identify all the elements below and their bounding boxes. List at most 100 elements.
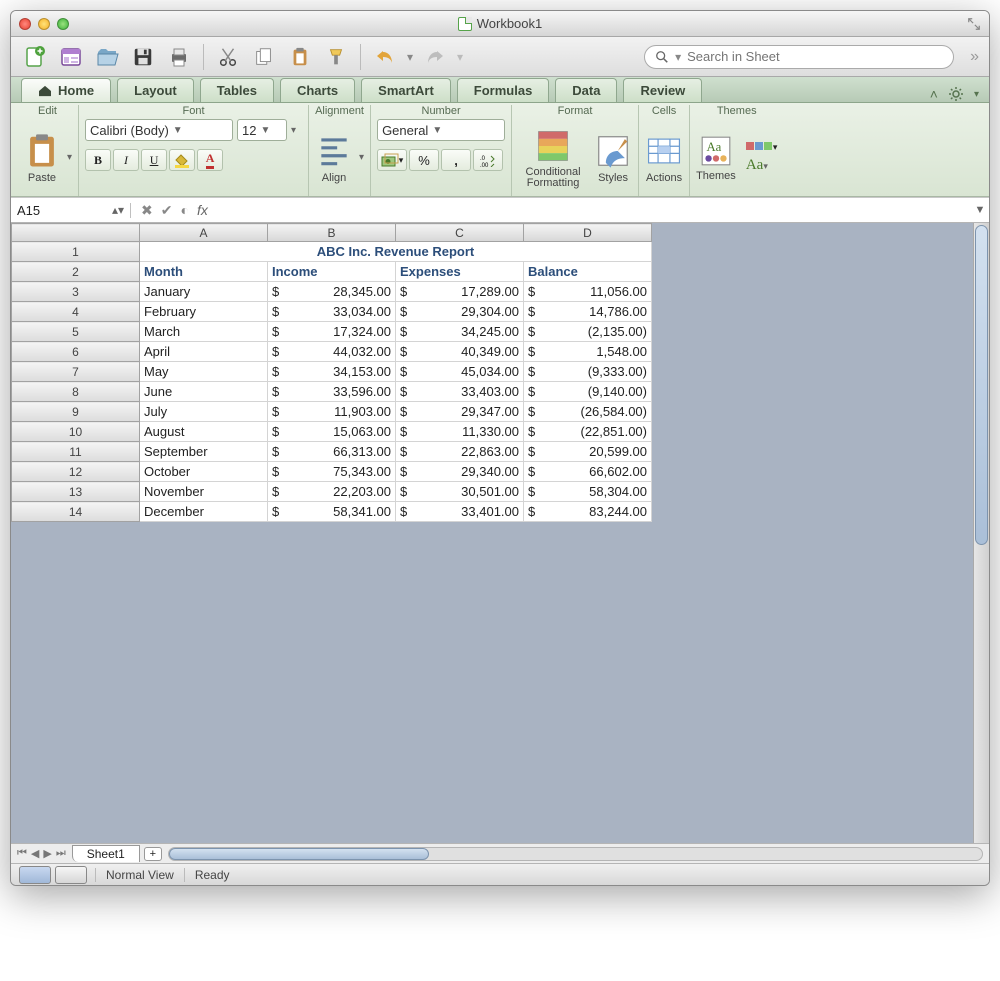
data-cell[interactable]: February [140,302,268,322]
data-cell[interactable]: $33,403.00 [396,382,524,402]
row-header[interactable]: 6 [12,342,140,362]
chevron-down-icon[interactable]: ▾ [67,152,72,163]
italic-button[interactable]: I [113,149,139,171]
data-cell[interactable]: $20,599.00 [524,442,652,462]
data-cell[interactable]: $17,289.00 [396,282,524,302]
data-cell[interactable]: $30,501.00 [396,482,524,502]
fill-color-button[interactable] [169,149,195,171]
data-cell[interactable]: $33,401.00 [396,502,524,522]
header-cell[interactable]: Expenses [396,262,524,282]
data-cell[interactable]: January [140,282,268,302]
paste-button[interactable]: Paste [23,132,61,184]
worksheet-grid[interactable]: ABCD1ABC Inc. Revenue Report2MonthIncome… [11,223,973,843]
add-sheet-button[interactable]: + [144,847,162,861]
paste-icon[interactable] [286,43,314,71]
header-cell[interactable]: Balance [524,262,652,282]
accept-formula-icon[interactable]: ✔ [161,202,173,219]
row-header[interactable]: 8 [12,382,140,402]
comma-button[interactable]: , [441,149,471,171]
fx-icon[interactable]: fx [197,202,208,219]
chevron-down-icon[interactable]: ▾ [359,152,364,163]
data-cell[interactable]: $11,903.00 [268,402,396,422]
ribbon-tab-data[interactable]: Data [555,78,617,102]
data-cell[interactable]: $44,032.00 [268,342,396,362]
themes-button[interactable]: Aa Themes [696,134,736,182]
column-header[interactable]: B [268,224,396,242]
data-cell[interactable]: $1,548.00 [524,342,652,362]
row-header[interactable]: 14 [12,502,140,522]
header-cell[interactable]: Month [140,262,268,282]
data-cell[interactable]: $(9,140.00) [524,382,652,402]
row-header[interactable]: 11 [12,442,140,462]
data-cell[interactable]: $(2,135.00) [524,322,652,342]
row-header[interactable]: 7 [12,362,140,382]
data-cell[interactable]: $29,304.00 [396,302,524,322]
data-cell[interactable]: $11,056.00 [524,282,652,302]
data-cell[interactable]: $(26,584.00) [524,402,652,422]
report-title-cell[interactable]: ABC Inc. Revenue Report [140,242,652,262]
data-cell[interactable]: $14,786.00 [524,302,652,322]
zoom-window-button[interactable] [57,18,69,30]
page-layout-view-button[interactable] [55,866,87,884]
save-icon[interactable] [129,43,157,71]
header-cell[interactable]: Income [268,262,396,282]
ribbon-tab-charts[interactable]: Charts [280,78,355,102]
data-cell[interactable]: $58,341.00 [268,502,396,522]
row-header[interactable]: 1 [12,242,140,262]
gear-icon[interactable] [948,86,964,102]
data-cell[interactable]: October [140,462,268,482]
data-cell[interactable]: $22,203.00 [268,482,396,502]
data-cell[interactable]: April [140,342,268,362]
bold-button[interactable]: B [85,149,111,171]
search-box[interactable]: ▾ [644,45,954,69]
column-header[interactable]: A [140,224,268,242]
name-box-spinner[interactable]: ▴▾ [112,203,124,217]
data-cell[interactable]: $(22,851.00) [524,422,652,442]
data-cell[interactable]: $29,347.00 [396,402,524,422]
font-color-button[interactable]: A [197,149,223,171]
toolbar-overflow-icon[interactable]: » [970,48,979,66]
data-cell[interactable]: $40,349.00 [396,342,524,362]
underline-button[interactable]: U [141,149,167,171]
undo-icon[interactable] [371,43,399,71]
close-window-button[interactable] [19,18,31,30]
formula-builder-icon[interactable]: ◐ [180,202,188,219]
row-header[interactable]: 10 [12,422,140,442]
ribbon-tab-formulas[interactable]: Formulas [457,78,550,102]
data-cell[interactable]: September [140,442,268,462]
actions-button[interactable]: Actions [645,132,683,184]
vertical-scrollbar[interactable] [973,223,989,843]
data-cell[interactable]: August [140,422,268,442]
data-cell[interactable]: November [140,482,268,502]
theme-colors-icon[interactable]: ▾ [746,142,778,153]
new-workbook-icon[interactable] [21,43,49,71]
ribbon-tab-review[interactable]: Review [623,78,702,102]
minimize-window-button[interactable] [38,18,50,30]
normal-view-button[interactable] [19,866,51,884]
theme-fonts-button[interactable]: Aa▾ [746,157,778,174]
data-cell[interactable]: $29,340.00 [396,462,524,482]
row-header[interactable]: 13 [12,482,140,502]
data-cell[interactable]: $15,063.00 [268,422,396,442]
data-cell[interactable]: $83,244.00 [524,502,652,522]
prev-sheet-icon[interactable]: ◀ [31,847,39,860]
data-cell[interactable]: $66,313.00 [268,442,396,462]
decimal-buttons[interactable]: .0.00 [473,149,503,171]
horizontal-scrollbar[interactable] [168,847,983,861]
collapse-ribbon-icon[interactable]: ˄ [930,86,938,102]
template-gallery-icon[interactable] [57,43,85,71]
data-cell[interactable]: $28,345.00 [268,282,396,302]
search-input[interactable] [687,49,943,64]
data-cell[interactable]: $75,343.00 [268,462,396,482]
conditional-formatting-button[interactable]: Conditional Formatting [518,127,588,189]
row-header[interactable]: 9 [12,402,140,422]
data-cell[interactable]: $45,034.00 [396,362,524,382]
ribbon-tab-home[interactable]: Home [21,78,111,102]
row-header[interactable]: 2 [12,262,140,282]
row-header[interactable]: 4 [12,302,140,322]
data-cell[interactable]: $34,153.00 [268,362,396,382]
data-cell[interactable]: June [140,382,268,402]
styles-button[interactable]: Styles [594,132,632,184]
data-cell[interactable]: $34,245.00 [396,322,524,342]
data-cell[interactable]: July [140,402,268,422]
